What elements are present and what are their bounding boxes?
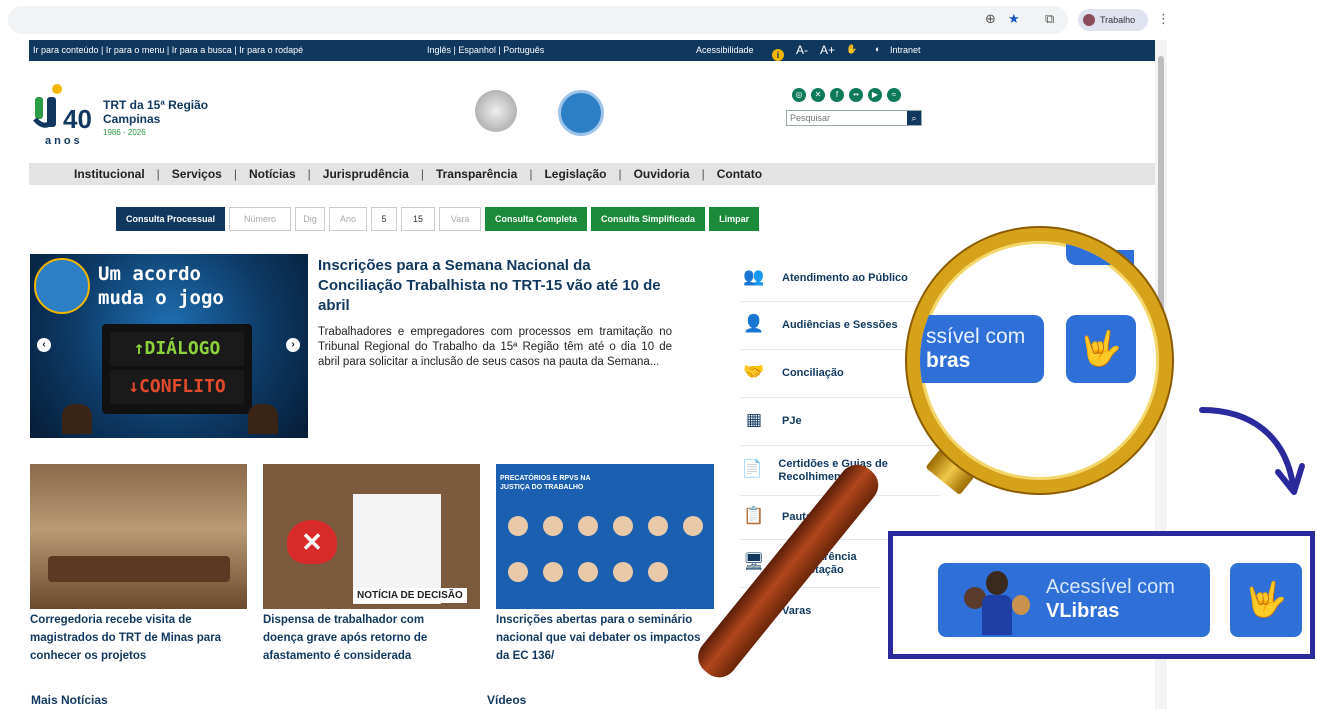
service-pje[interactable]: ▦ PJe [740, 398, 940, 446]
process-lookup-label: Consulta Processual [116, 207, 226, 231]
people-icon: 👥 [743, 266, 765, 287]
carousel-prev-icon[interactable]: ‹ [37, 338, 51, 352]
more-news-heading[interactable]: Mais Notícias [31, 693, 108, 707]
search-form: ⌕ [786, 110, 922, 126]
browser-menu-icon[interactable]: ⋮ [1157, 12, 1170, 27]
news-caption-decision[interactable]: Dispensa de trabalhador com doença grave… [263, 611, 463, 665]
logo-anos: anos [45, 135, 83, 147]
logo-years: 1986 - 2026 [103, 128, 146, 137]
vlibras-mag-line1: ssível com [926, 325, 1026, 348]
carousel-next-icon[interactable]: › [286, 338, 300, 352]
accessibility-bar: Ir para conteúdo | Ir para o menu | Ir p… [29, 40, 1167, 61]
vlibras-banner-magnified: ssível com bras [920, 315, 1044, 383]
logo-number: 40 [63, 104, 92, 134]
vlibras-highlight-box: Acessível com VLibras 🤟 [888, 531, 1315, 659]
featured-news-summary: Trabalhadores e empregadores com process… [318, 326, 672, 368]
certificate-icon: 📄 [741, 458, 763, 479]
search-input[interactable] [787, 111, 907, 125]
service-atendimento[interactable]: 👥 Atendimento ao Público [740, 256, 940, 302]
language-links[interactable]: Inglês | Espanhol | Português [427, 45, 544, 55]
hand-right [248, 404, 278, 434]
social-links: ◎ ✕ f •• ▶ ≈ [792, 88, 901, 102]
rss-icon[interactable]: ≈ [887, 88, 901, 102]
logo-text: TRT da 15ª Região Campinas 1986 - 2026 [103, 98, 208, 140]
search-icon[interactable]: ⌕ [907, 111, 921, 125]
logo-line2: Campinas [103, 112, 161, 126]
heart-x-icon: ✕ [287, 520, 337, 564]
extensions-icon[interactable]: ⧉ [1045, 12, 1054, 27]
nav-item-contato[interactable]: Contato [717, 167, 762, 181]
curved-arrow-icon [1199, 407, 1305, 495]
instagram-icon[interactable]: ◎ [792, 88, 806, 102]
clear-button[interactable]: Limpar [709, 207, 760, 231]
news-image-meeting[interactable] [30, 464, 247, 609]
hand-sign-icon: 🤟 [1066, 315, 1136, 383]
vlibras-mag-line2: bras [926, 349, 971, 372]
process-lookup-form: Consulta Processual Número Dig Ano 5 15 … [116, 207, 760, 231]
nav-item-institucional[interactable]: Institucional [74, 167, 145, 181]
profile-button[interactable]: Trabalho [1078, 9, 1148, 31]
nav-item-jurisprudencia[interactable]: Jurisprudência [323, 167, 409, 181]
vlibras-line2: VLibras [1046, 600, 1120, 622]
banner-headline: Um acordo muda o jogo [98, 263, 224, 309]
simple-lookup-button[interactable]: Consulta Simplificada [591, 207, 706, 231]
digito-field[interactable]: Dig [295, 207, 326, 231]
hand-left [62, 404, 92, 434]
nav-item-transparencia[interactable]: Transparência [436, 167, 517, 181]
simple-language-seal-icon [558, 90, 604, 136]
address-bar[interactable] [8, 6, 1068, 34]
youtube-icon[interactable]: ▶ [868, 88, 882, 102]
scrollbar-thumb[interactable] [1158, 56, 1164, 336]
vara-field[interactable]: Vara [439, 207, 482, 231]
videos-heading[interactable]: Vídeos [487, 693, 526, 707]
nav-item-legislacao[interactable]: Legislação [544, 167, 606, 181]
nav-item-noticias[interactable]: Notícias [249, 167, 296, 181]
quality-seal-icon [475, 90, 517, 132]
news-caption-meeting[interactable]: Corregedoria recebe visita de magistrado… [30, 611, 250, 665]
vlibras-top-magnified [1066, 241, 1136, 265]
sign-language-icon[interactable]: ✋ [846, 44, 857, 55]
news-image-decision[interactable]: ✕ NOTÍCIA DE DECISÃO [263, 464, 480, 609]
main-nav: Institucional | Serviços | Notícias | Juris… [29, 163, 1167, 185]
magnifier-lens: ssível com bras 🤟 [907, 228, 1172, 493]
bookmark-star-icon[interactable]: ★ [1008, 12, 1020, 27]
logo-line1: TRT da 15ª Região [103, 98, 209, 112]
news-image-seminar[interactable]: PRECATÓRIOS E RPVS NA JUSTIÇA DO TRABALH… [496, 464, 714, 609]
news-caption-seminar[interactable]: Inscrições abertas para o seminário naci… [496, 611, 716, 665]
meeting-icon: 👤 [743, 313, 765, 334]
full-lookup-button[interactable]: Consulta Completa [485, 207, 588, 231]
vlibras-line1: Acessível com [1046, 576, 1175, 598]
justica-field[interactable]: 5 [371, 207, 398, 231]
x-twitter-icon[interactable]: ✕ [811, 88, 825, 102]
accessibility-link[interactable]: Acessibilidade [696, 45, 754, 55]
avatars-icon [960, 569, 1040, 635]
zoom-icon[interactable]: ⊕ [985, 12, 996, 27]
banner-dialogo: ↑DIÁLOGO [110, 332, 244, 366]
vlibras-button[interactable]: Acessível com VLibras [938, 563, 1210, 637]
news-carousel-image[interactable]: Um acordo muda o jogo ↑DIÁLOGO ↓CONFLITO [30, 254, 308, 438]
handshake-icon: 🤝 [743, 361, 765, 382]
tribunal-field[interactable]: 15 [401, 207, 436, 231]
profile-label: Trabalho [1100, 15, 1136, 25]
contrast-icon[interactable]: ◐ [875, 44, 880, 54]
intranet-link[interactable]: Intranet [890, 45, 921, 55]
flickr-icon[interactable]: •• [849, 88, 863, 102]
ano-field[interactable]: Ano [329, 207, 368, 231]
avatar [1083, 14, 1095, 26]
chip-icon: ▦ [745, 409, 763, 430]
featured-news-title[interactable]: Inscrições para a Semana Nacional da Con… [318, 256, 678, 316]
vlibras-hand-icon[interactable]: 🤟 [1230, 563, 1302, 637]
clipboard-icon: 📋 [743, 505, 765, 526]
font-decrease-button[interactable]: A- [796, 43, 808, 57]
nav-item-servicos[interactable]: Serviços [172, 167, 222, 181]
browser-toolbar: ⊕ ★ ⧉ Trabalho ⋮ [0, 0, 1317, 40]
nav-item-ouvidoria[interactable]: Ouvidoria [634, 167, 690, 181]
facebook-icon[interactable]: f [830, 88, 844, 102]
numero-field[interactable]: Número [229, 207, 292, 231]
skip-links[interactable]: Ir para conteúdo | Ir para o menu | Ir p… [33, 45, 303, 55]
conciliation-week-badge [34, 258, 90, 314]
banner-conflito: ↓CONFLITO [110, 370, 244, 404]
decision-tag: NOTÍCIA DE DECISÃO [353, 588, 467, 603]
font-increase-button[interactable]: A+ [820, 43, 835, 57]
